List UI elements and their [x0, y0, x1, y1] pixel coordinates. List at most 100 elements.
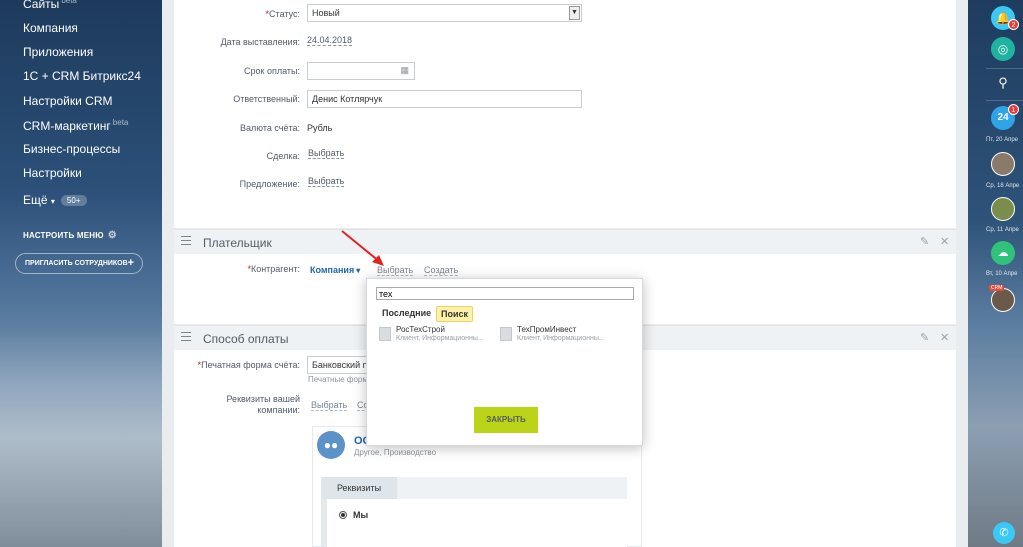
beta-tag: beta: [61, 0, 77, 5]
result-subtitle: Клиент, Информационны...: [517, 335, 605, 342]
tab-search[interactable]: Поиск: [436, 306, 474, 322]
contractor-search-input[interactable]: [376, 287, 634, 300]
sidebar-item-apps[interactable]: Приложения: [23, 45, 93, 59]
contractor-label: *Контрагент:: [247, 264, 300, 274]
sidebar-item-label: Сайты: [23, 0, 60, 11]
date-value[interactable]: 24.04.2018: [307, 35, 353, 46]
chat-date: Вт, 10 Апре: [986, 271, 1018, 277]
sidebar-item-label: Настройки CRM: [23, 94, 113, 108]
sidebar-item-settings[interactable]: Настройки: [23, 166, 82, 180]
sidebar-item-label: Настройки: [23, 166, 82, 180]
search-icon[interactable]: ⚲: [991, 71, 1015, 95]
close-icon[interactable]: ✕: [940, 235, 949, 248]
currency-label: Валюта счёта:: [240, 123, 300, 133]
status-value: Новый: [312, 8, 340, 18]
section-title: Плательщик: [203, 236, 272, 250]
requisites-panel: Мы: [321, 499, 627, 547]
crm-tag: CRM: [989, 285, 1005, 291]
left-sidebar: Сайты beta Компания Приложения 1С + CRM Б…: [0, 0, 162, 547]
sidebar-item-1c-crm[interactable]: 1С + CRM Битрикс24: [23, 69, 141, 83]
avatar[interactable]: [991, 152, 1015, 176]
print-form-hint: Печатные форм: [308, 375, 368, 384]
chat-date: Ср, 18 Апре: [986, 183, 1020, 189]
result-subtitle: Клиент, Информационны...: [396, 335, 484, 342]
section-title: Способ оплаты: [203, 332, 289, 346]
drag-handle-icon[interactable]: [181, 236, 191, 248]
tab-recent[interactable]: Последние: [378, 306, 435, 320]
avatar[interactable]: [991, 288, 1015, 312]
edit-icon[interactable]: ✎: [920, 331, 929, 344]
sidebar-item-label: Бизнес-процессы: [23, 142, 121, 156]
requisites-label-line1: Реквизиты вашей: [226, 394, 300, 404]
company-subtitle: Другое, Производство: [354, 448, 437, 457]
search-result-item[interactable]: ТехПромИнвест Клиент, Информационны...: [500, 325, 618, 347]
responsible-input[interactable]: Денис Котлярчук: [307, 90, 582, 108]
sidebar-item-label: Ещё: [23, 193, 48, 207]
sidebar-item-more[interactable]: Ещё ▾ 50+: [23, 193, 87, 207]
beta-tag: beta: [112, 118, 129, 127]
invite-label: ПРИГЛАСИТЬ СОТРУДНИКОВ: [25, 260, 128, 267]
sidebar-item-label: CRM-маркетинг: [23, 119, 111, 133]
sidebar-item-label: 1С + CRM Битрикс24: [23, 69, 141, 83]
cloud-icon[interactable]: ☁: [991, 241, 1015, 265]
configure-menu-label: НАСТРОИТЬ МЕНЮ: [23, 231, 104, 240]
payer-section-header: Плательщик ✎ ✕: [174, 229, 956, 254]
edit-icon[interactable]: ✎: [920, 235, 929, 248]
calendar-icon[interactable]: ▦: [400, 65, 409, 76]
company-icon: [500, 327, 512, 341]
gear-icon: ⚙: [107, 230, 117, 241]
chevron-down-icon: ▼: [569, 6, 580, 20]
configure-menu-link[interactable]: НАСТРОИТЬ МЕНЮ ⚙: [23, 230, 117, 241]
chat-icon[interactable]: ◎: [991, 37, 1015, 61]
search-result-item[interactable]: РосТехСтрой Клиент, Информационны...: [379, 325, 497, 347]
close-icon[interactable]: ✕: [940, 331, 949, 344]
drag-handle-icon[interactable]: [181, 332, 191, 344]
sidebar-item-label: Приложения: [23, 45, 94, 59]
contractor-search-popup: Последние Поиск РосТехСтрой Клиент, Инфо…: [366, 278, 643, 446]
invite-employees-button[interactable]: ПРИГЛАСИТЬ СОТРУДНИКОВ +: [15, 253, 143, 274]
status-select[interactable]: Новый ▼: [307, 4, 582, 22]
chat-date: Ср, 11 Апре: [986, 227, 1019, 233]
result-name: РосТехСтрой: [396, 325, 445, 334]
print-form-label: *Печатная форма счёта:: [197, 360, 300, 370]
currency-value: Рубль: [307, 123, 333, 133]
divider: [986, 68, 1023, 69]
due-date-label: Срок оплаты:: [244, 66, 300, 76]
invoice-details-card: [174, 0, 956, 228]
sidebar-item-crm-marketing[interactable]: CRM-маркетинг beta: [23, 118, 128, 133]
main-content: *Статус: Новый ▼ Дата выставления: 24.04.…: [162, 0, 968, 547]
responsible-label: Ответственный:: [233, 94, 300, 104]
phone-icon[interactable]: ✆: [993, 522, 1015, 544]
offer-label: Предложение:: [239, 179, 300, 189]
requisites-tab-bar: Реквизиты Мы: [321, 477, 627, 547]
due-date-input[interactable]: ▦: [307, 62, 415, 80]
date-label: Дата выставления:: [220, 37, 300, 47]
company-icon: [379, 327, 391, 341]
requisites-label-line2: компании:: [257, 405, 300, 415]
plus-icon: +: [127, 257, 134, 269]
contractor-create-link[interactable]: Создать: [424, 265, 459, 276]
divider: [986, 100, 1023, 101]
sidebar-item-business-processes[interactable]: Бизнес-процессы: [23, 142, 120, 156]
right-panel: 🔔 2 ◎ ⚲ 24 1 Пт, 20 Апре Ср, 18 Апре Ср,…: [968, 0, 1023, 547]
sidebar-background: [0, 330, 162, 547]
notification-count-badge: 2: [1008, 19, 1019, 30]
requisites-choose-link[interactable]: Выбрать: [311, 400, 348, 411]
sidebar-item-label: Компания: [23, 21, 78, 35]
sidebar-item-company[interactable]: Компания: [23, 21, 78, 35]
chevron-down-icon: ▾: [50, 197, 55, 206]
offer-choose-link[interactable]: Выбрать: [308, 176, 345, 187]
sidebar-item-sites[interactable]: Сайты beta: [23, 0, 77, 11]
sidebar-item-crm-settings[interactable]: Настройки CRM: [23, 94, 113, 108]
avatar[interactable]: [991, 197, 1015, 221]
requisite-radio-label: Мы: [353, 510, 369, 520]
more-count-badge: 50+: [60, 195, 87, 206]
annotation-arrow-icon: [341, 230, 384, 266]
result-name: ТехПромИнвест: [517, 325, 577, 334]
company-avatar: ●●: [317, 431, 345, 459]
tab-requisites[interactable]: Реквизиты: [321, 477, 397, 499]
close-button[interactable]: ЗАКРЫТЬ: [474, 407, 538, 433]
deal-choose-link[interactable]: Выбрать: [308, 148, 345, 159]
chat-date: Пт, 20 Апре: [986, 137, 1018, 143]
requisite-radio[interactable]: [339, 511, 347, 519]
